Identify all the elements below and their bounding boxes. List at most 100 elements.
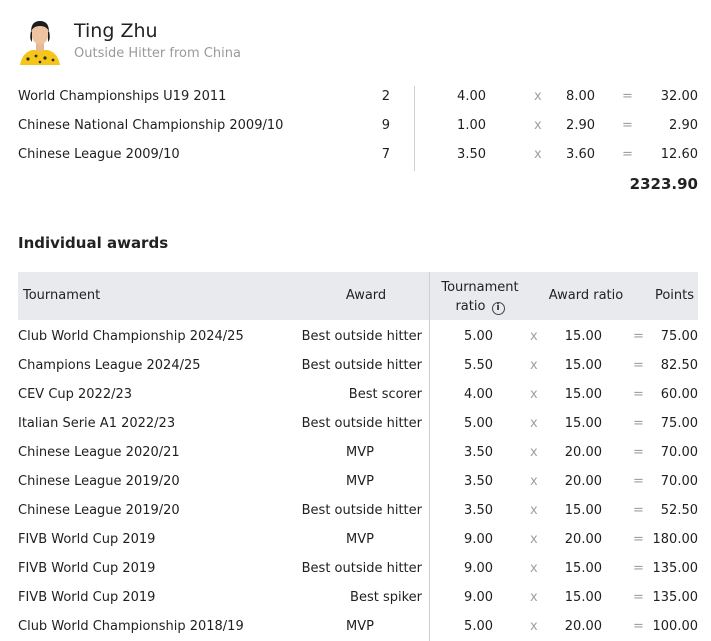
- table-row: CEV Cup 2022/23 Best scorer 4.00 x 15.00 = 60.…: [18, 380, 698, 409]
- points-cell: 52.50: [660, 503, 698, 518]
- equals-sign: =: [633, 561, 644, 576]
- award-cell: Best outside hitter: [301, 329, 422, 344]
- points-cell: 70.00: [660, 474, 698, 489]
- tournament-cell: Chinese League 2009/10: [18, 147, 180, 162]
- multiply-sign: x: [530, 358, 538, 373]
- award-ratio-cell: 15.00: [564, 387, 602, 402]
- award-cell: MVP: [346, 445, 374, 460]
- award-ratio-cell: 20.00: [564, 474, 602, 489]
- equals-sign: =: [622, 118, 633, 133]
- equals-sign: =: [633, 474, 644, 489]
- equals-sign: =: [633, 590, 644, 605]
- tournament-cell: Chinese League 2019/20: [18, 474, 180, 489]
- player-subtitle: Outside Hitter from China: [74, 46, 241, 61]
- multiply-sign: x: [530, 445, 538, 460]
- award-ratio-cell: 15.00: [564, 503, 602, 518]
- tournament-cell: FIVB World Cup 2019: [18, 590, 156, 605]
- tournament-ratio-cell: 5.50: [464, 358, 493, 373]
- table-header: Tournament Award Tournament ratio i Awar…: [18, 272, 698, 320]
- award-ratio-cell: 15.00: [564, 416, 602, 431]
- table-row: World Championships U19 2011 2 4.00 x 8.…: [18, 82, 698, 111]
- points-cell: 75.00: [660, 329, 698, 344]
- multiply-sign: x: [530, 590, 538, 605]
- award-cell: MVP: [346, 532, 374, 547]
- multiply-sign: x: [534, 147, 542, 162]
- table-row: Club World Championship 2018/19 MVP 5.00 x 2…: [18, 612, 698, 641]
- award-cell: Best outside hitter: [301, 561, 422, 576]
- table-row: FIVB World Cup 2019 Best outside hitter 9.…: [18, 554, 698, 583]
- ratio-cell: 1.00: [457, 118, 486, 133]
- tournament-cell: CEV Cup 2022/23: [18, 387, 133, 402]
- table-row: FIVB World Cup 2019 MVP 9.00 x 20.00 = 180.00: [18, 525, 698, 554]
- multiplier-cell: 2.90: [566, 118, 595, 133]
- equals-sign: =: [633, 619, 644, 634]
- equals-sign: =: [633, 358, 644, 373]
- award-cell: Best outside hitter: [301, 358, 422, 373]
- multiply-sign: x: [530, 532, 538, 547]
- table-row: Champions League 2024/25 Best outside hit…: [18, 351, 698, 380]
- header-ratio-word: ratio: [455, 299, 486, 314]
- header-tournament-ratio-line1: Tournament: [441, 280, 519, 295]
- tournament-cell: Champions League 2024/25: [18, 358, 201, 373]
- tournament-cell: Chinese League 2019/20: [18, 503, 180, 518]
- equals-sign: =: [633, 387, 644, 402]
- player-photo-icon: [20, 21, 60, 65]
- table-row: Italian Serie A1 2022/23 Best outside hit…: [18, 409, 698, 438]
- table-row: FIVB World Cup 2019 Best spiker 9.00 x 15.00…: [18, 583, 698, 612]
- tournament-ratio-cell: 3.50: [464, 503, 493, 518]
- tournament-cell: FIVB World Cup 2019: [18, 561, 156, 576]
- award-cell: Best outside hitter: [301, 503, 422, 518]
- header-tournament[interactable]: Tournament: [23, 288, 100, 303]
- player-avatar[interactable]: [18, 15, 62, 65]
- points-cell: 75.00: [660, 416, 698, 431]
- tournament-ratio-cell: 9.00: [464, 561, 493, 576]
- multiply-sign: x: [534, 118, 542, 133]
- equals-sign: =: [633, 503, 644, 518]
- points-cell: 12.60: [660, 147, 698, 162]
- multiply-sign: x: [530, 561, 538, 576]
- table-row: Club World Championship 2024/25 Best outs…: [18, 322, 698, 351]
- multiply-sign: x: [530, 474, 538, 489]
- equals-sign: =: [633, 329, 644, 344]
- award-cell: MVP: [346, 619, 374, 634]
- tournament-ratio-cell: 5.00: [464, 619, 493, 634]
- header-award[interactable]: Award: [298, 288, 434, 303]
- equals-sign: =: [633, 445, 644, 460]
- tournament-ratio-cell: 4.00: [464, 387, 493, 402]
- tournament-ratio-cell: 5.00: [464, 416, 493, 431]
- table-row: Chinese League 2019/20 Best outside hitte…: [18, 496, 698, 525]
- header-tournament-ratio[interactable]: Tournament ratio i: [434, 278, 526, 316]
- multiply-sign: x: [530, 619, 538, 634]
- table-row: Chinese League 2009/10 7 3.50 x 3.60 = 1…: [18, 140, 698, 169]
- tournament-cell: Club World Championship 2024/25: [18, 329, 244, 344]
- count-cell: 7: [381, 147, 390, 162]
- award-ratio-cell: 20.00: [564, 532, 602, 547]
- award-ratio-cell: 15.00: [564, 561, 602, 576]
- ratio-cell: 3.50: [457, 147, 486, 162]
- tournament-ratio-cell: 3.50: [464, 474, 493, 489]
- points-cell: 100.00: [652, 619, 699, 634]
- header-points[interactable]: Points: [655, 288, 694, 303]
- player-name: Ting Zhu: [74, 20, 158, 42]
- tournament-cell: Chinese National Championship 2009/10: [18, 118, 284, 133]
- multiply-sign: x: [530, 329, 538, 344]
- award-ratio-cell: 15.00: [564, 329, 602, 344]
- tournament-cell: Chinese League 2020/21: [18, 445, 180, 460]
- points-cell: 32.00: [660, 89, 698, 104]
- award-cell: MVP: [346, 474, 374, 489]
- table-row: Chinese League 2020/21 MVP 3.50 x 20.00 = 70.0…: [18, 438, 698, 467]
- table-row: Chinese League 2019/20 MVP 3.50 x 20.00 = 70.0…: [18, 467, 698, 496]
- award-ratio-cell: 20.00: [564, 619, 602, 634]
- info-icon[interactable]: i: [491, 302, 505, 315]
- header-award-ratio[interactable]: Award ratio: [542, 288, 630, 303]
- award-cell: Best scorer: [348, 387, 422, 402]
- tournament-ratio-cell: 5.00: [464, 329, 493, 344]
- equals-sign: =: [633, 532, 644, 547]
- multiply-sign: x: [530, 416, 538, 431]
- count-cell: 9: [381, 118, 390, 133]
- individual-awards-title: Individual awards: [18, 234, 169, 252]
- team-points-total: 2323.90: [629, 175, 698, 193]
- equals-sign: =: [633, 416, 644, 431]
- points-cell: 135.00: [652, 561, 699, 576]
- header-tournament-ratio-line2: ratio i: [434, 297, 526, 316]
